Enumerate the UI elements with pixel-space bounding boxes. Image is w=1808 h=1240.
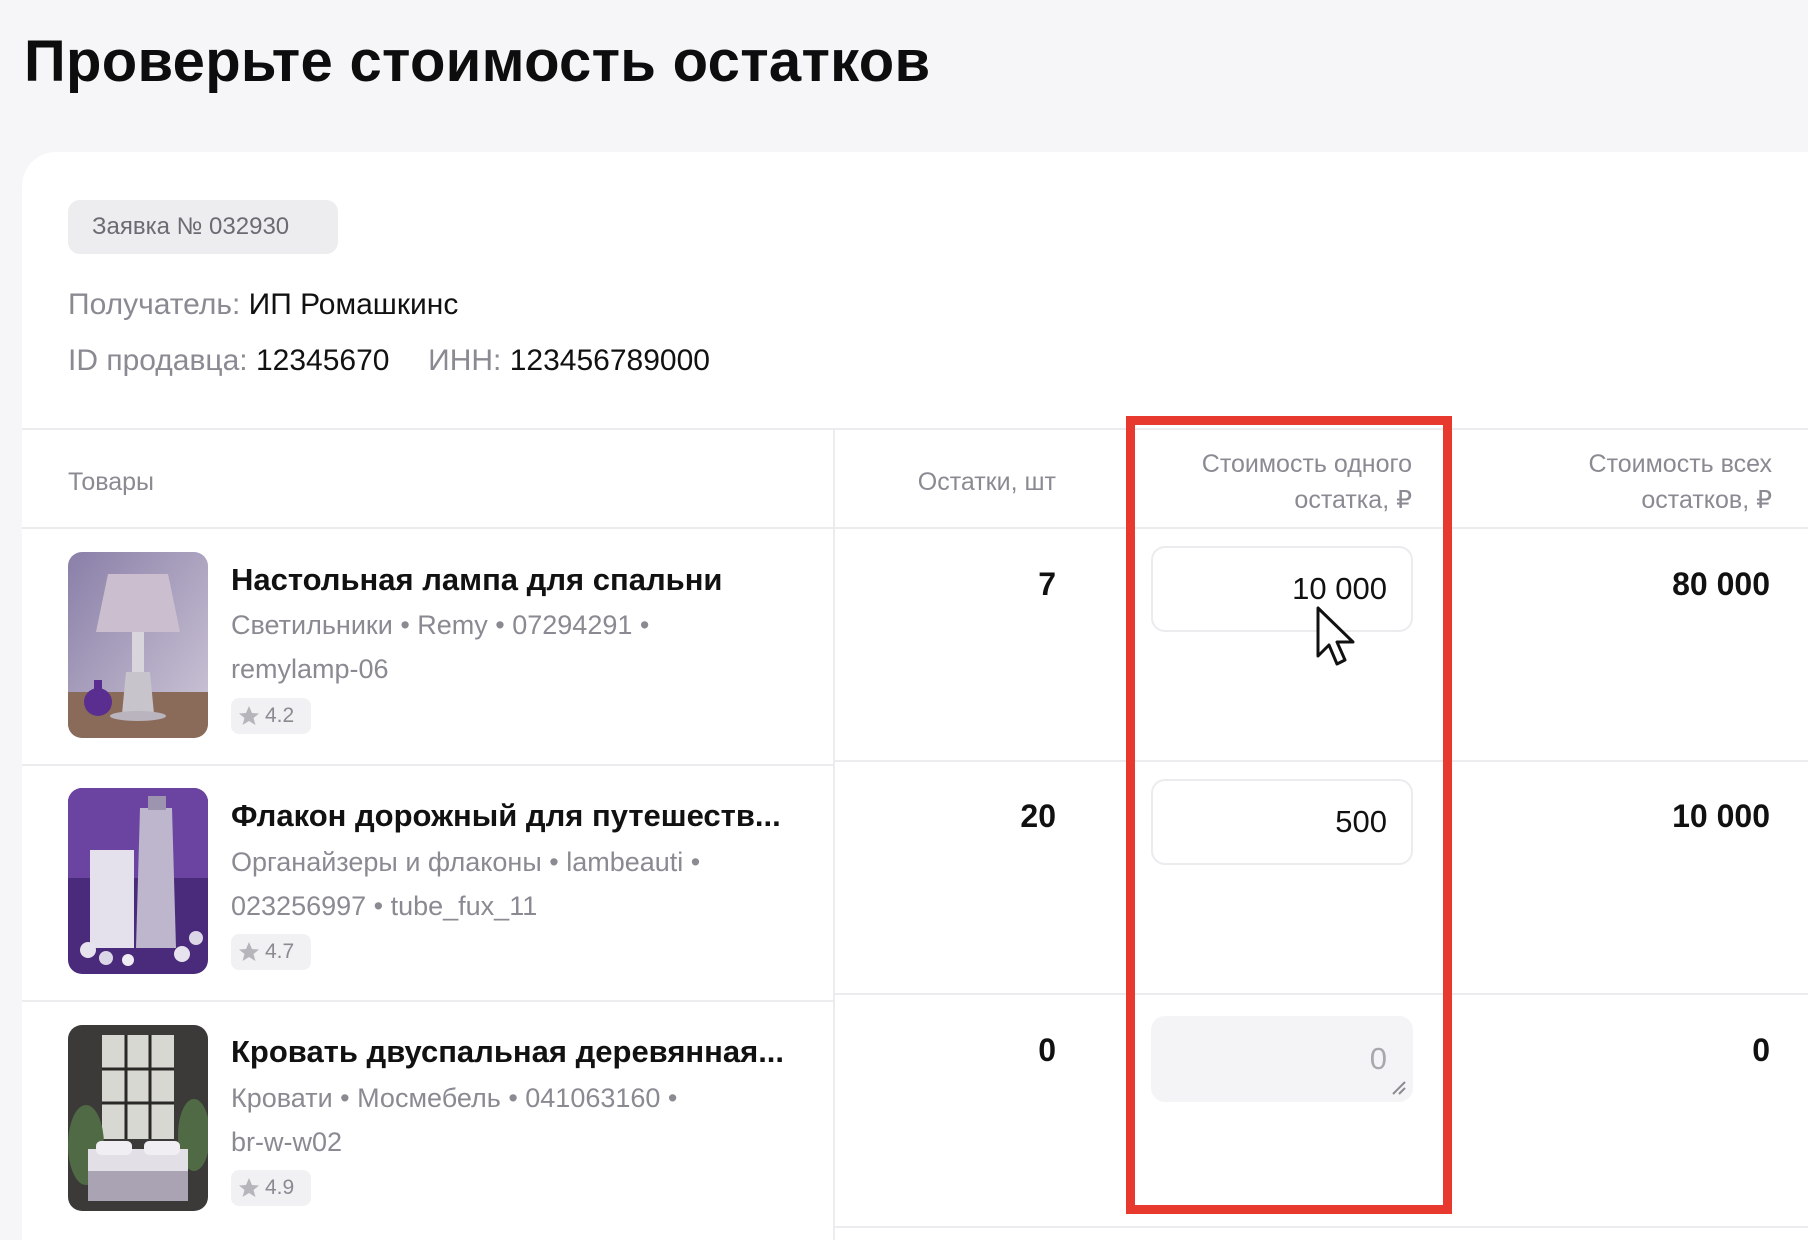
- unit-cost-column-highlight: [1126, 416, 1452, 1214]
- product-name[interactable]: Флакон дорожный для путешеств...: [231, 798, 781, 834]
- product-rating: 4.9: [231, 1170, 311, 1206]
- order-number-badge: Заявка № 032930: [68, 200, 338, 254]
- product-rating: 4.7: [231, 934, 311, 970]
- seller-id-value: 12345670: [255, 344, 390, 377]
- product-name[interactable]: Настольная лампа для спальни: [231, 562, 722, 598]
- product-rating: 4.2: [231, 698, 311, 734]
- rating-value: 4.9: [265, 1176, 295, 1199]
- header-stock: Остатки, шт: [917, 468, 1056, 496]
- star-icon: [239, 706, 259, 725]
- header-total-cost: Стоимость всех остатков, ₽: [1500, 446, 1772, 518]
- recipient-info: Получатель: ИП Ромашкинс: [68, 288, 458, 322]
- total-cost-value: 0: [1752, 1032, 1770, 1068]
- total-cost-value: 80 000: [1672, 566, 1770, 602]
- product-meta-line2: remylamp-06: [231, 654, 389, 684]
- rating-value: 4.7: [265, 940, 295, 963]
- product-meta-line1: Органайзеры и флаконы • lambeauti •: [231, 847, 701, 877]
- header-total-cost-line2: остатков, ₽: [1641, 486, 1772, 514]
- product-meta-line1: Светильники • Remy • 07294291 •: [231, 610, 650, 640]
- seller-info: ID продавца: 12345670 ИНН: 123456789000: [68, 344, 710, 378]
- table-top-divider: [22, 428, 1808, 430]
- table-header-divider: [22, 527, 1808, 529]
- product-meta-line1: Кровати • Мосмебель • 041063160 •: [231, 1083, 678, 1113]
- rating-value: 4.2: [265, 704, 295, 727]
- total-cost-value: 10 000: [1672, 798, 1770, 834]
- inn-value: 123456789000: [509, 344, 710, 377]
- product-name[interactable]: Кровать двуспальная деревянная...: [231, 1034, 784, 1070]
- page-title: Проверьте стоимость остатков: [24, 29, 931, 94]
- seller-id-label: ID продавца:: [68, 344, 248, 377]
- row-divider: [22, 1000, 833, 1002]
- column-divider: [833, 428, 835, 1240]
- stock-quantity: 0: [1038, 1032, 1056, 1068]
- star-icon: [239, 942, 259, 961]
- stock-quantity: 7: [1038, 566, 1056, 602]
- product-meta-line2: 023256997 • tube_fux_11: [231, 891, 538, 921]
- stock-quantity: 20: [1020, 798, 1056, 834]
- inn-label: ИНН:: [428, 344, 502, 377]
- mouse-pointer-icon: [1316, 606, 1355, 666]
- recipient-value: ИП Ромашкинс: [248, 288, 459, 321]
- product-image-lamp[interactable]: [68, 552, 208, 738]
- star-icon: [239, 1178, 259, 1197]
- header-total-cost-line1: Стоимость всех: [1588, 450, 1772, 478]
- row-divider: [833, 1226, 1808, 1228]
- product-meta-line2: br-w-w02: [231, 1127, 343, 1157]
- product-image-travel-bottle[interactable]: [68, 788, 208, 974]
- product-meta: Кровати • Мосмебель • 041063160 • br-w-w…: [231, 1076, 751, 1164]
- header-products: Товары: [68, 468, 154, 496]
- product-image-bed[interactable]: [68, 1025, 208, 1211]
- recipient-label: Получатель:: [68, 288, 241, 321]
- product-meta: Органайзеры и флаконы • lambeauti • 0232…: [231, 840, 751, 928]
- product-meta: Светильники • Remy • 07294291 • remylamp…: [231, 603, 751, 691]
- row-divider: [22, 764, 833, 766]
